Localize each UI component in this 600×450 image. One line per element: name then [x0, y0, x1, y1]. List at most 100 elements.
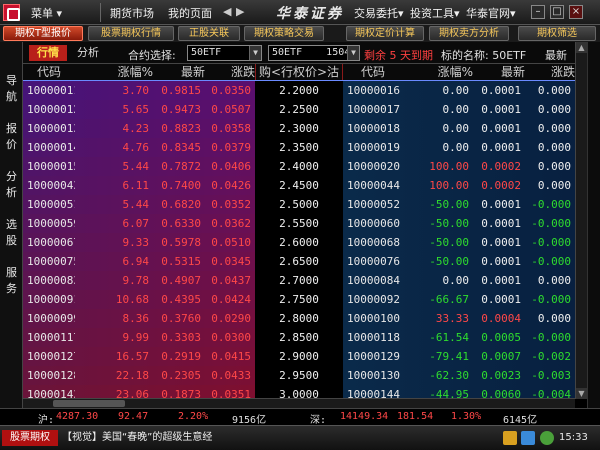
table-row[interactable]: 10000128 22.18 0.2305 0.0433 2.9500 10000130 -… — [23, 366, 575, 385]
put-change: -0.000 — [531, 236, 571, 249]
menu-official-site-label: 华泰官网 — [466, 7, 510, 20]
month-select[interactable]: 50ETF 1504 ▼ — [268, 45, 360, 61]
put-change: -0.003 — [531, 369, 571, 382]
put-code: 10000020 — [347, 160, 400, 173]
tab-stock-option-quotes[interactable]: 股票期权行情 — [88, 26, 174, 41]
put-pct: -79.41 — [429, 350, 469, 363]
sidebar-nav-char1[interactable]: 导 — [5, 72, 18, 88]
table-row[interactable]: 10000043 6.11 0.7400 0.0426 2.4500 10000044 10… — [23, 176, 575, 195]
scroll-down-icon[interactable]: ▼ — [576, 388, 587, 399]
sidebar-service-char2[interactable]: 务 — [5, 280, 18, 296]
news-ticker[interactable]: 【视觉】美国“春晚”的超级生意经 — [62, 430, 212, 446]
menu-investment-tools[interactable]: 投资工具▾ — [410, 5, 460, 21]
table-row[interactable]: 10000117 9.99 0.3303 0.0300 2.8500 10000118 -6… — [23, 328, 575, 347]
call-change: 0.0415 — [211, 350, 251, 363]
sidebar-nav-char2[interactable]: 航 — [5, 88, 18, 104]
chevron-down-icon[interactable]: ▼ — [347, 46, 359, 60]
header-put-pct[interactable]: 涨幅% — [403, 64, 473, 81]
table-row[interactable]: 10000075 6.94 0.5315 0.0345 2.6500 10000076 -5… — [23, 252, 575, 271]
table-row[interactable]: 10000127 16.57 0.2919 0.0415 2.9000 10000129 -… — [23, 347, 575, 366]
subtab-analysis[interactable]: 分析 — [75, 45, 101, 61]
sidebar-analysis-char1[interactable]: 分 — [5, 168, 18, 184]
nav-back-arrow-icon[interactable]: ◀ — [223, 5, 231, 18]
table-row[interactable]: 10000067 9.33 0.5978 0.0510 2.6000 10000068 -5… — [23, 233, 575, 252]
tab-t-quote[interactable]: 期权T型报价 — [3, 26, 83, 41]
table-row[interactable]: 10000014 4.76 0.8345 0.0379 2.3500 10000019 0.… — [23, 138, 575, 157]
header-put-change[interactable]: 涨跌 — [525, 64, 575, 81]
header-call-code[interactable]: 代码 — [23, 64, 75, 81]
put-code: 10000018 — [347, 122, 400, 135]
call-code: 10000059 — [27, 217, 75, 230]
sidebar-quote-char1[interactable]: 报 — [5, 120, 18, 136]
put-change: 0.000 — [537, 141, 571, 154]
contract-select[interactable]: 50ETF ▼ — [187, 45, 262, 61]
header-call-pct[interactable]: 涨幅% — [75, 64, 153, 81]
notification-icon[interactable] — [503, 431, 517, 445]
sidebar-picker-char2[interactable]: 股 — [5, 232, 18, 248]
table-row[interactable]: 10000143 23.06 0.1873 0.0351 3.0000 10000144 -… — [23, 385, 575, 398]
call-pct: 9.99 — [122, 331, 150, 344]
sidebar-analysis-char2[interactable]: 析 — [5, 184, 18, 200]
menu-trade-order[interactable]: 交易委托▾ — [354, 5, 404, 21]
call-code: 10000127 — [27, 350, 75, 363]
horizontal-scrollbar[interactable] — [23, 398, 575, 408]
maximize-icon[interactable]: □ — [550, 5, 564, 19]
pen-icon[interactable] — [521, 431, 535, 445]
call-change: 0.0290 — [211, 312, 251, 325]
tab-seller-analysis[interactable]: 期权卖方分析 — [429, 26, 509, 41]
connection-icon[interactable] — [540, 431, 554, 445]
table-row[interactable]: 10000099 8.36 0.3760 0.0290 2.8000 10000100 33… — [23, 309, 575, 328]
tab-option-screener[interactable]: 期权筛选 — [518, 26, 596, 41]
table-row[interactable]: 10000083 9.78 0.4907 0.0437 2.7000 10000084 0.… — [23, 271, 575, 290]
app-logo-icon[interactable] — [3, 4, 20, 21]
header-call-last[interactable]: 最新 — [153, 64, 205, 81]
latest-label: 最新 — [545, 49, 567, 62]
sidebar-service-char1[interactable]: 服 — [5, 264, 18, 280]
call-pct: 6.94 — [122, 255, 150, 268]
scroll-up-icon[interactable]: ▲ — [576, 42, 587, 53]
put-code: 10000092 — [347, 293, 400, 306]
nav-my-page[interactable]: 我的页面 — [168, 5, 212, 21]
header-put-last[interactable]: 最新 — [473, 64, 525, 81]
tab-pricing-calc[interactable]: 期权定价计算 — [346, 26, 424, 41]
call-last: 0.8345 — [161, 141, 201, 154]
call-change: 0.0433 — [211, 369, 251, 382]
call-change: 0.0358 — [211, 122, 251, 135]
tab-underlying-link[interactable]: 正股关联 — [178, 26, 240, 41]
put-last: 0.0001 — [481, 293, 521, 306]
table-row[interactable]: 10000013 4.23 0.8823 0.0358 2.3000 10000018 0.… — [23, 119, 575, 138]
header-call-change[interactable]: 涨跌 — [205, 64, 255, 81]
left-sidebar: 导 航 报 价 分 析 选 股 服 务 — [0, 42, 23, 408]
table-row[interactable]: 10000011 3.70 0.9815 0.0350 2.2000 10000016 0.… — [23, 80, 575, 101]
vertical-scrollbar[interactable]: ▲ ▼ — [575, 42, 587, 399]
minimize-icon[interactable]: – — [531, 5, 545, 19]
sh-index-value: 4287.30 — [56, 411, 99, 422]
header-put-code[interactable]: 代码 — [343, 64, 403, 81]
header-strike[interactable]: 购<行权价>沽↑ — [255, 64, 343, 96]
subtab-quotes[interactable]: 行情 — [29, 45, 67, 61]
sidebar-picker-char1[interactable]: 选 — [5, 216, 18, 232]
nav-futures-market[interactable]: 期货市场 — [110, 5, 154, 21]
close-icon[interactable]: × — [569, 5, 583, 19]
table-row[interactable]: 10000015 5.44 0.7872 0.0406 2.4000 10000020 10… — [23, 157, 575, 176]
table-row[interactable]: 10000059 6.07 0.6330 0.0362 2.5500 10000060 -5… — [23, 214, 575, 233]
stock-option-badge[interactable]: 股票期权 — [2, 430, 58, 446]
nav-forward-arrow-icon[interactable]: ▶ — [236, 5, 244, 18]
tab-strategy-trade[interactable]: 期权策略交易 — [244, 26, 324, 41]
scroll-thumb[interactable] — [53, 400, 125, 407]
table-row[interactable]: 10000051 5.44 0.6820 0.0352 2.5000 10000052 -5… — [23, 195, 575, 214]
main-menu-button[interactable]: 菜单 ▾ — [31, 5, 62, 21]
call-pct: 8.36 — [122, 312, 150, 325]
put-code: 10000060 — [347, 217, 400, 230]
table-row[interactable]: 10000091 10.68 0.4395 0.0424 2.7500 10000092 -… — [23, 290, 575, 309]
call-pct: 16.57 — [115, 350, 149, 363]
call-code: 10000013 — [27, 122, 75, 135]
sidebar-quote-char2[interactable]: 价 — [5, 136, 18, 152]
call-code: 10000075 — [27, 255, 75, 268]
call-last: 0.9815 — [161, 84, 201, 97]
chevron-down-icon[interactable]: ▼ — [249, 46, 261, 60]
table-row[interactable]: 10000012 5.65 0.9473 0.0507 2.2500 10000017 0.… — [23, 100, 575, 119]
call-code: 10000083 — [27, 274, 75, 287]
put-change: 0.000 — [537, 160, 571, 173]
menu-official-site[interactable]: 华泰官网▾ — [466, 5, 516, 21]
